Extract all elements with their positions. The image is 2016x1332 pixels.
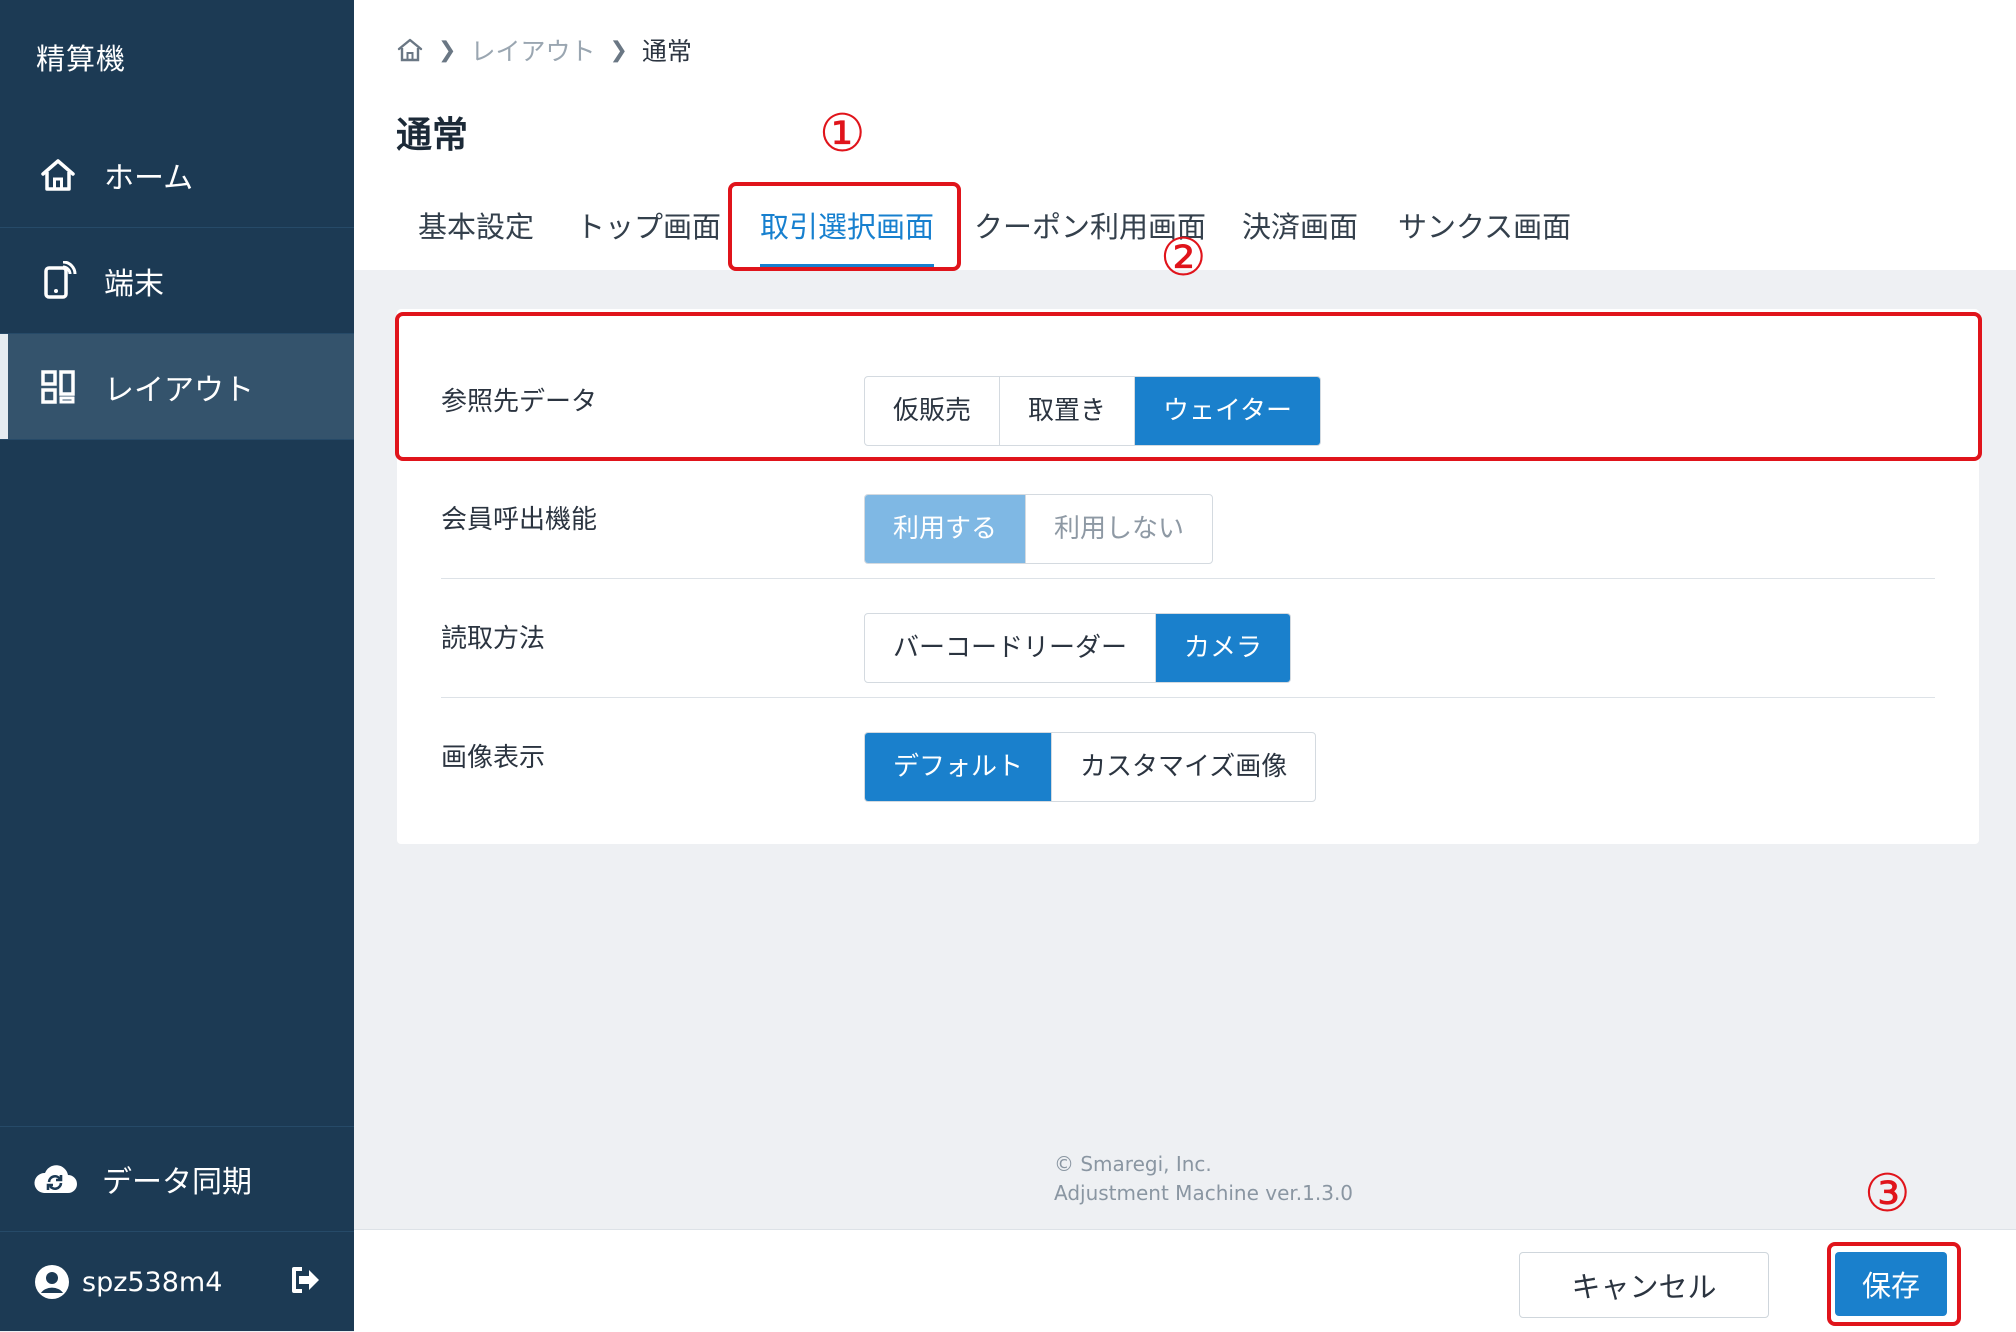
setting-row-image-display: 画像表示 デフォルト カスタマイズ画像 xyxy=(441,699,1935,817)
sidebar-item-terminal[interactable]: 端末 xyxy=(0,228,354,334)
option-not-use[interactable]: 利用しない xyxy=(1026,495,1212,563)
breadcrumb-current: 通常 xyxy=(641,37,692,66)
annotation-box-tab xyxy=(728,182,961,271)
setting-row-read-method: 読取方法 バーコードリーダー カメラ xyxy=(441,580,1935,698)
setting-label: 会員呼出機能 xyxy=(441,505,598,535)
annotation-box-save xyxy=(1827,1242,1961,1326)
logout-icon[interactable] xyxy=(288,1263,322,1297)
option-default[interactable]: デフォルト xyxy=(865,733,1053,801)
sidebar-item-label: 端末 xyxy=(104,266,164,302)
annotation-box-setting xyxy=(395,312,1982,461)
setting-row-member-call: 会員呼出機能 利用する 利用しない xyxy=(441,461,1935,579)
home-icon xyxy=(36,153,80,197)
annotation-number-1: ① xyxy=(819,104,866,164)
sidebar: 精算機 ホーム 端末 レイアウト データ同期 spz538m4 xyxy=(0,0,354,1331)
chevron-right-icon: ❯ xyxy=(609,37,628,63)
setting-label: 画像表示 xyxy=(441,743,546,773)
tablet-icon xyxy=(36,259,80,303)
app-title: 精算機 xyxy=(36,42,127,76)
annotation-number-2: ② xyxy=(1160,228,1207,288)
option-custom-image[interactable]: カスタマイズ画像 xyxy=(1052,733,1315,801)
option-camera[interactable]: カメラ xyxy=(1156,614,1291,682)
tab-top-screen[interactable]: トップ画面 xyxy=(576,200,721,270)
tab-thanks-screen[interactable]: サンクス画面 xyxy=(1398,200,1571,270)
layout-icon xyxy=(36,365,80,409)
breadcrumb-link[interactable]: レイアウト xyxy=(470,32,595,68)
data-sync-button[interactable]: データ同期 xyxy=(0,1126,354,1232)
copyright: © Smaregi, Inc. Adjustment Machine ver.1… xyxy=(1054,1150,1353,1208)
image-display-toggle: デフォルト カスタマイズ画像 xyxy=(864,732,1317,802)
user-account: spz538m4 xyxy=(0,1233,354,1331)
member-call-toggle: 利用する 利用しない xyxy=(864,494,1214,564)
setting-label: 読取方法 xyxy=(441,624,546,654)
tab-payment-screen[interactable]: 決済画面 xyxy=(1242,200,1358,270)
sidebar-item-label: ホーム xyxy=(104,160,194,196)
chevron-right-icon: ❯ xyxy=(438,37,457,63)
sidebar-item-home[interactable]: ホーム xyxy=(0,122,354,228)
home-icon[interactable] xyxy=(396,36,424,64)
copyright-line: © Smaregi, Inc. xyxy=(1054,1152,1212,1176)
username: spz538m4 xyxy=(82,1266,223,1298)
data-sync-label: データ同期 xyxy=(102,1165,252,1200)
breadcrumb: ❯ レイアウト ❯ 通常 xyxy=(396,32,692,68)
user-avatar-icon xyxy=(34,1264,70,1300)
sidebar-item-layout[interactable]: レイアウト xyxy=(0,334,354,440)
cloud-sync-icon xyxy=(32,1159,80,1199)
option-barcode-reader[interactable]: バーコードリーダー xyxy=(865,614,1157,682)
read-method-toggle: バーコードリーダー カメラ xyxy=(864,613,1292,683)
option-use[interactable]: 利用する xyxy=(865,495,1027,563)
page-title: 通常 xyxy=(396,115,469,156)
version-line: Adjustment Machine ver.1.3.0 xyxy=(1054,1181,1354,1205)
tab-basic-settings[interactable]: 基本設定 xyxy=(418,200,534,270)
sidebar-item-label: レイアウト xyxy=(104,372,254,408)
annotation-number-3: ③ xyxy=(1864,1164,1911,1224)
cancel-button[interactable]: キャンセル xyxy=(1519,1252,1769,1318)
